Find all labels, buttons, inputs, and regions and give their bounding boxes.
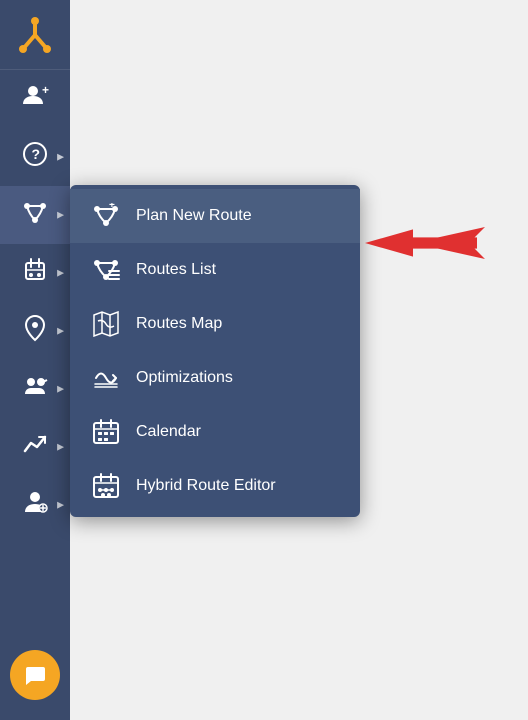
sidebar-item-users[interactable]: ▶ — [0, 476, 70, 534]
sidebar-item-fleet[interactable]: ▶ — [0, 360, 70, 418]
optimizations-label: Optimizations — [136, 369, 233, 387]
add-customer-icon: + — [21, 82, 49, 116]
sidebar-item-tracking[interactable]: ▶ — [0, 302, 70, 360]
menu-item-calendar[interactable]: Calendar — [70, 405, 360, 459]
routes-map-label: Routes Map — [136, 315, 222, 333]
users-chevron-icon: ▶ — [57, 500, 64, 511]
svg-text:+: + — [42, 83, 49, 97]
plan-new-route-label: Plan New Route — [136, 207, 252, 225]
menu-item-hybrid-route-editor[interactable]: Hybrid Route Editor — [70, 459, 360, 513]
arrow-indicator — [365, 218, 485, 268]
help-icon: ? — [22, 141, 48, 173]
hybrid-route-editor-icon — [90, 472, 122, 500]
routes-map-icon — [90, 310, 122, 338]
tracking-chevron-icon: ▶ — [57, 326, 64, 337]
sidebar-item-analytics[interactable]: ▶ — [0, 418, 70, 476]
analytics-chevron-icon: ▶ — [57, 442, 64, 453]
orders-icon — [22, 257, 48, 289]
orders-chevron-icon: ▶ — [57, 268, 64, 279]
menu-item-plan-new-route[interactable]: + Plan New Route — [70, 189, 360, 243]
chat-button[interactable] — [10, 650, 60, 700]
calendar-icon — [90, 418, 122, 446]
users-icon — [21, 488, 49, 522]
svg-text:?: ? — [32, 146, 41, 162]
tracking-icon — [22, 314, 48, 348]
routes-list-icon — [90, 256, 122, 284]
menu-item-optimizations[interactable]: Optimizations — [70, 351, 360, 405]
help-chevron-icon: ▶ — [57, 152, 64, 163]
svg-text:+: + — [109, 203, 115, 211]
sidebar-logo[interactable] — [0, 0, 70, 70]
menu-item-routes-map[interactable]: Routes Map — [70, 297, 360, 351]
fleet-chevron-icon: ▶ — [57, 384, 64, 395]
sidebar-item-orders[interactable]: ▶ — [0, 244, 70, 302]
routes-list-label: Routes List — [136, 261, 216, 279]
optimizations-icon — [90, 364, 122, 392]
routes-chevron-icon: ▶ — [57, 210, 64, 221]
sidebar: + ? ▶ ▶ — [0, 0, 70, 720]
menu-item-routes-list[interactable]: Routes List — [70, 243, 360, 297]
routes-icon — [21, 198, 49, 232]
sidebar-bottom — [0, 650, 70, 720]
sidebar-item-routes[interactable]: ▶ — [0, 186, 70, 244]
analytics-icon — [22, 431, 48, 463]
routes-dropdown-menu: + Plan New Route Routes List — [70, 185, 360, 517]
plan-new-route-icon: + — [90, 202, 122, 230]
sidebar-item-help[interactable]: ? ▶ — [0, 128, 70, 186]
calendar-label: Calendar — [136, 423, 201, 441]
hybrid-route-editor-label: Hybrid Route Editor — [136, 477, 276, 495]
sidebar-item-add-customer[interactable]: + — [0, 70, 70, 128]
fleet-icon — [21, 372, 49, 406]
